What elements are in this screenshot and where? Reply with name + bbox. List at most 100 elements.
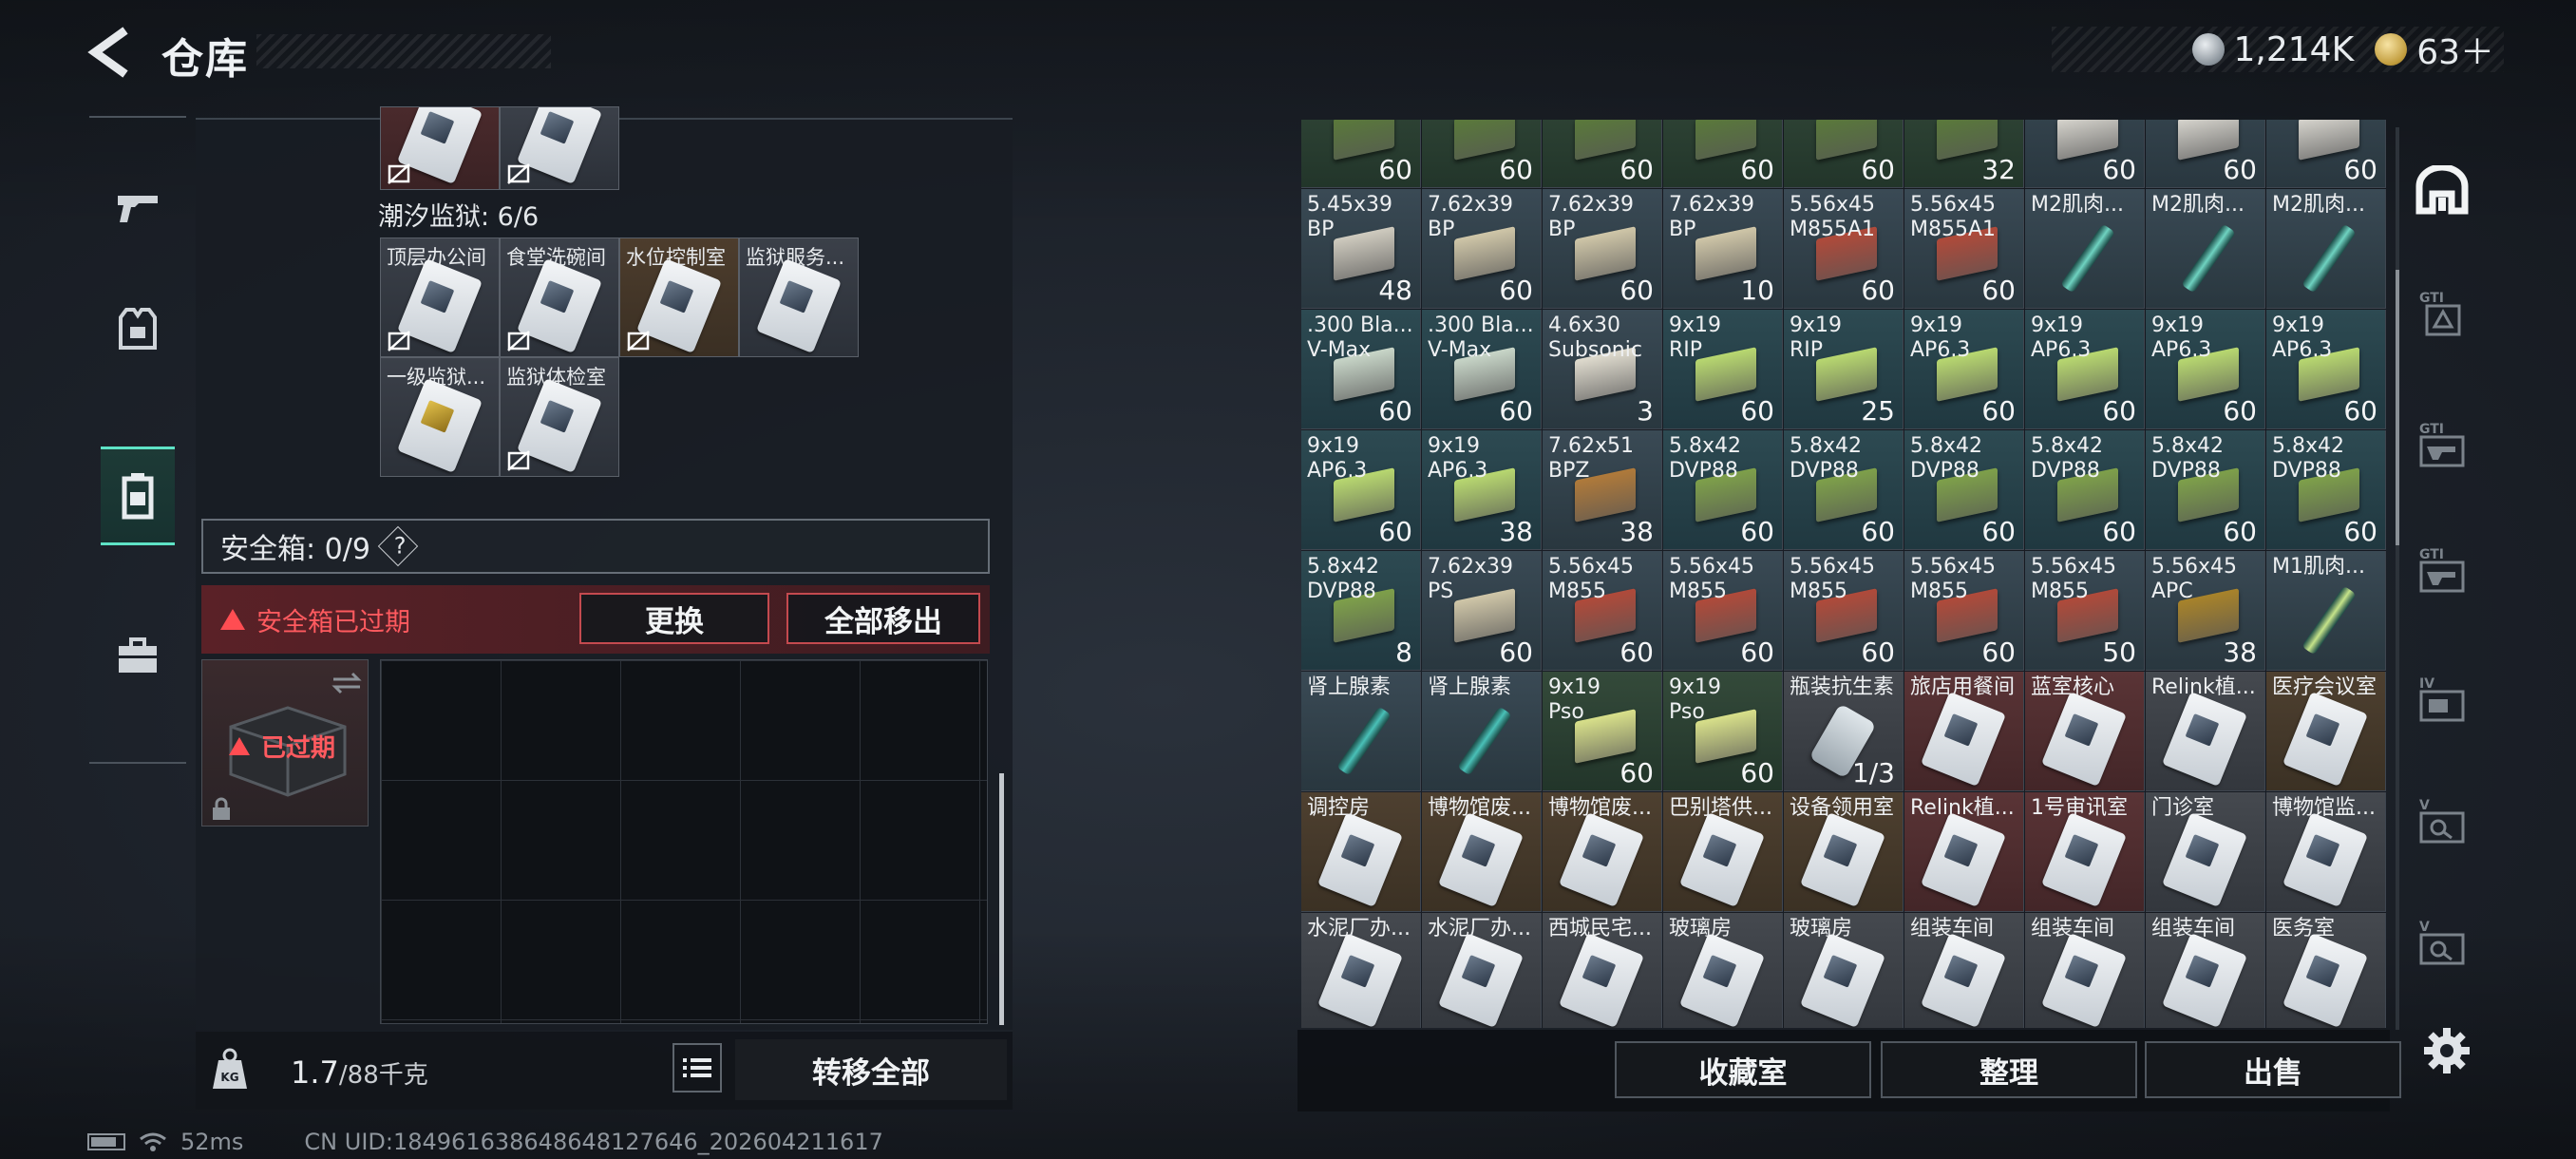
keycard-slot[interactable]: 顶层办公间 [380,238,500,357]
keycard-slot[interactable]: 水位控制室 [619,238,739,357]
nav-armor[interactable] [101,281,175,376]
inventory-item[interactable]: 组装车间 [2146,913,2265,1028]
inventory-item[interactable]: 医务室 [2266,913,2386,1028]
inventory-item[interactable]: 旅店用餐间 [1904,672,2024,791]
inventory-item[interactable]: 9x19 AP6.3 60 [1301,430,1421,550]
tab-storage-5[interactable]: V [2409,783,2475,859]
settings-button[interactable] [2418,1022,2475,1079]
collection-room-button[interactable]: 收藏室 [1615,1041,1871,1098]
scroll-thumb[interactable] [2396,270,2399,545]
inventory-item[interactable]: 5.56x45 M855 60 [1904,551,2024,671]
inventory-item[interactable]: 7.62x51 BPZ 38 [1543,430,1662,550]
transfer-all-button[interactable]: 转移全部 [735,1039,1007,1100]
inventory-item[interactable]: 9x19 RIP 25 [1784,310,1904,429]
inventory-item[interactable]: 5.56x45 M855A1 60 [1784,189,1904,309]
inventory-item[interactable]: 9x19 Pso 60 [1543,672,1662,791]
tab-storage-2[interactable]: GTI [2409,407,2475,483]
inventory-item[interactable]: M1肌肉... [2266,551,2386,671]
inventory-item[interactable]: .300 Bla... V-Max 60 [1422,310,1542,429]
inventory-item[interactable]: 60 [1663,120,1783,188]
inventory-item[interactable]: 5.56x45 M855A1 60 [1904,189,2024,309]
inventory-item[interactable]: 60 [2146,120,2265,188]
keycard-slot[interactable]: 监狱服务... [739,238,859,357]
inventory-item[interactable]: 9x19 AP6.3 60 [2146,310,2265,429]
inventory-item[interactable]: 组装车间 [2025,913,2145,1028]
keycard-slot[interactable]: 一级监狱... [380,357,500,477]
replace-button[interactable]: 更换 [579,593,769,644]
inventory-item[interactable]: 60 [2266,120,2386,188]
nav-container[interactable] [101,446,175,545]
back-button[interactable] [87,27,133,78]
safe-box-grid[interactable] [380,659,988,1024]
inventory-item[interactable]: 5.56x45 M855 60 [1784,551,1904,671]
inventory-item[interactable]: 5.8x42 DVP88 60 [2266,430,2386,550]
inventory-item[interactable]: 9x19 RIP 60 [1663,310,1783,429]
list-view-button[interactable] [672,1043,722,1092]
inventory-item[interactable]: 5.56x45 M855 60 [1663,551,1783,671]
inventory-item[interactable]: 5.56x45 M855 60 [1543,551,1662,671]
inventory-item[interactable]: 32 [1904,120,2024,188]
inventory-item[interactable]: 60 [1301,120,1421,188]
inventory-item[interactable]: 9x19 AP6.3 60 [2025,310,2145,429]
inventory-item[interactable]: M2肌肉... [2025,189,2145,309]
inventory-item[interactable]: 5.56x45 APC 38 [2146,551,2265,671]
inventory-item[interactable]: M2肌肉... [2146,189,2265,309]
inventory-item[interactable]: 博物馆监... [2266,792,2386,912]
inventory-item[interactable]: 5.8x42 DVP88 60 [1663,430,1783,550]
inventory-item[interactable]: 门诊室 [2146,792,2265,912]
keycard-slot[interactable]: 监狱体检室 [500,357,619,477]
inventory-item[interactable]: 5.8x42 DVP88 60 [2025,430,2145,550]
nav-weapons[interactable] [101,160,175,255]
tab-warehouse-main[interactable] [2409,152,2475,228]
left-scrollbar[interactable] [999,773,1004,1025]
keycard-slot[interactable]: 食堂洗碗间 [500,238,619,357]
inventory-item[interactable]: 60 [1784,120,1904,188]
remove-all-button[interactable]: 全部移出 [786,593,980,644]
inventory-item[interactable]: 水泥厂办... [1301,913,1421,1028]
inventory-item[interactable]: 设备领用室 [1784,792,1904,912]
inventory-item[interactable]: 60 [1543,120,1662,188]
keycard-slot-partial[interactable] [380,106,500,190]
help-icon[interactable]: ? [377,525,419,567]
warehouse-grid[interactable]: 60 60 60 60 60 32 60 60 60 5.45x39 BP 48 7.62x39 BP… [1301,120,2386,1028]
inventory-item[interactable]: 水泥厂办... [1422,913,1542,1028]
inventory-item[interactable]: 5.8x42 DVP88 60 [1904,430,2024,550]
inventory-item[interactable]: 7.62x39 BP 60 [1422,189,1542,309]
inventory-item[interactable]: 9x19 Pso 60 [1663,672,1783,791]
inventory-item[interactable]: 调控房 [1301,792,1421,912]
inventory-item[interactable]: 医疗会议室 [2266,672,2386,791]
tab-storage-3[interactable]: GTI [2409,532,2475,608]
inventory-item[interactable]: 9x19 AP6.3 38 [1422,430,1542,550]
inventory-item[interactable]: 瓶装抗生素 1/3 [1784,672,1904,791]
tab-storage-4[interactable]: IV [2409,661,2475,737]
inventory-item[interactable]: 60 [1422,120,1542,188]
safe-box-item[interactable]: 已过期 [201,659,369,826]
inventory-item[interactable]: 4.6x30 Subsonic 3 [1543,310,1662,429]
inventory-item[interactable]: 肾上腺素 [1301,672,1421,791]
inventory-item[interactable]: 7.62x39 PS 60 [1422,551,1542,671]
inventory-item[interactable]: 60 [2025,120,2145,188]
keycard-slot-partial[interactable] [500,106,619,190]
inventory-item[interactable]: M2肌肉... [2266,189,2386,309]
inventory-item[interactable]: 5.8x42 DVP88 60 [2146,430,2265,550]
nav-briefcase[interactable] [101,608,175,703]
inventory-item[interactable]: 5.56x45 M855 50 [2025,551,2145,671]
inventory-item[interactable]: 玻璃房 [1663,913,1783,1028]
inventory-item[interactable]: .300 Bla... V-Max 60 [1301,310,1421,429]
inventory-item[interactable]: 5.8x42 DVP88 60 [1784,430,1904,550]
inventory-item[interactable]: Relink植... [1904,792,2024,912]
gold-currency[interactable]: 63＋ [2375,25,2494,74]
tab-storage-1[interactable]: GTI [2409,276,2475,352]
swap-icon[interactable] [331,672,362,694]
sort-button[interactable]: 整理 [1881,1041,2137,1098]
inventory-item[interactable]: 7.62x39 BP 10 [1663,189,1783,309]
inventory-item[interactable]: 博物馆废... [1543,792,1662,912]
inventory-item[interactable]: 7.62x39 BP 60 [1543,189,1662,309]
inventory-item[interactable]: 巴别塔供... [1663,792,1783,912]
inventory-item[interactable]: 玻璃房 [1784,913,1904,1028]
right-scrollbar[interactable] [2396,127,2399,1030]
inventory-item[interactable]: 肾上腺素 [1422,672,1542,791]
inventory-item[interactable]: 蓝室核心 [2025,672,2145,791]
sell-button[interactable]: 出售 [2145,1041,2401,1098]
inventory-item[interactable]: 1号审讯室 [2025,792,2145,912]
